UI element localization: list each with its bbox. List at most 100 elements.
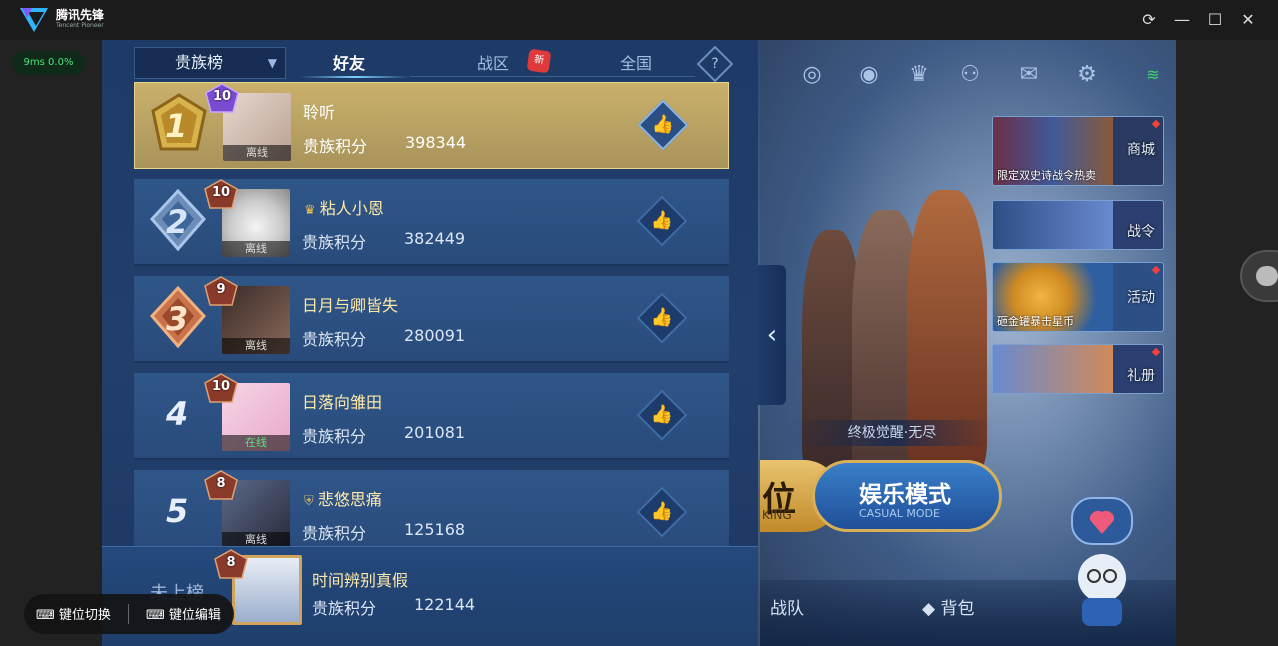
tab-region[interactable]: 战区 [477, 50, 509, 74]
level-number: 8 [216, 476, 226, 491]
settings-gear-icon[interactable]: ⚙ [1072, 60, 1102, 90]
score-label: 贵族积分 [302, 427, 367, 446]
score-value: 398344 [405, 133, 467, 152]
mode-subtitle: 终极觉醒·无尽 [792, 420, 992, 446]
gamepad-icon: ⌨ [36, 608, 59, 623]
wifi-icon: ≋ [1146, 65, 1160, 84]
tile-label: 商城 [1127, 142, 1155, 158]
friends-icon[interactable]: ⚇ [955, 60, 985, 90]
tile-shop[interactable]: 限定双史诗战令热卖 商城 [992, 116, 1164, 186]
leaderboard-row[interactable]: 1 离线 10 聆听 贵族积分 398344 👍 [134, 82, 729, 169]
key-switch-button[interactable]: ⌨ 键位切换 [36, 604, 111, 623]
chevron-down-icon: ▼ [267, 56, 277, 70]
tab-friends[interactable]: 好友 [333, 50, 365, 74]
my-score: 122144 [414, 595, 476, 614]
question-icon: ? [711, 56, 719, 72]
player-name: 悲悠思痛 [317, 490, 382, 509]
score-value: 125168 [404, 520, 466, 539]
tile-pass[interactable]: 战令 [992, 200, 1164, 250]
level-number: 10 [212, 89, 232, 104]
casual-mode-button[interactable]: 娱乐模式 CASUAL MODE [812, 460, 1002, 532]
noble-level-badge: 9 [204, 276, 238, 306]
level-number: 10 [211, 185, 231, 200]
rank-number: 1 [165, 107, 188, 145]
divider [128, 604, 129, 624]
player-name: 聆听 [303, 103, 336, 122]
key-mapping-bar: ⌨ 键位切换 ⌨ 键位编辑 [24, 594, 234, 634]
leaderboard-type-value: 贵族榜 [175, 53, 224, 72]
tile-label: 活动 [1127, 290, 1155, 306]
refresh-button[interactable]: ⟳ [1137, 8, 1161, 32]
leaderboard-row[interactable]: 5 离线 8 ⛨ 悲悠思痛 贵族积分 125168 👍 [134, 470, 729, 557]
casual-mode-sublabel: CASUAL MODE [859, 507, 940, 520]
backpack-icon: ◆ [922, 599, 941, 619]
notification-dot [1151, 265, 1161, 275]
tile-caption: 砸金罐暴击星币 [997, 315, 1074, 328]
minimize-icon: — [1174, 10, 1190, 29]
key-edit-button[interactable]: ⌨ 键位编辑 [146, 604, 221, 623]
record-icon[interactable]: ◎ [797, 60, 827, 90]
ranked-sublabel: KING [762, 508, 792, 522]
watch-icon[interactable]: ◉ [854, 60, 884, 90]
status-badge: 离线 [223, 145, 291, 161]
leaderboard-type-select[interactable]: 贵族榜 ▼ [134, 47, 286, 79]
app-title: 腾讯先锋 [56, 8, 105, 22]
tile-activity[interactable]: 砸金罐暴击星币 活动 [992, 262, 1164, 332]
rank-number: 4 [166, 395, 189, 433]
rank-number: 2 [166, 203, 189, 241]
close-button[interactable]: ✕ [1236, 8, 1260, 32]
player-name-wrap: ♛ 粘人小恩 [304, 195, 384, 219]
leaderboard-row[interactable]: 2 离线 10 ♛ 粘人小恩 贵族积分 382449 👍 [134, 179, 729, 266]
my-name: 时间辨别真假 [312, 571, 409, 590]
score-value: 201081 [404, 423, 466, 442]
like-button[interactable]: 👍 [636, 195, 688, 247]
score-value: 280091 [404, 326, 466, 345]
thumbs-up-icon: 👍 [651, 114, 675, 135]
like-button[interactable]: 👍 [636, 292, 688, 344]
like-button[interactable]: 👍 [637, 99, 689, 151]
noble-level-badge: 10 [205, 83, 239, 113]
noble-level-badge: 8 [204, 470, 238, 500]
like-button[interactable]: 👍 [636, 389, 688, 441]
tab-divider-line [410, 76, 695, 77]
tile-art [993, 201, 1113, 249]
active-tab-indicator [300, 76, 410, 78]
level-number: 8 [226, 555, 236, 570]
gamepad-icon: ⌨ [146, 608, 169, 623]
right-margin [1176, 40, 1278, 646]
maximize-button[interactable]: ☐ [1203, 8, 1227, 32]
status-badge: 在线 [222, 435, 290, 451]
maximize-icon: ☐ [1207, 10, 1223, 29]
tab-national[interactable]: 全国 [620, 50, 652, 74]
player-name-wrap: ⛨ 悲悠思痛 [304, 486, 382, 510]
thumbs-up-icon: 👍 [650, 307, 674, 328]
minimize-button[interactable]: — [1170, 8, 1194, 32]
team-icon: ⛨ [304, 494, 318, 509]
app-logo-icon [20, 8, 48, 32]
level-number: 10 [211, 379, 231, 394]
thumbs-up-icon: 👍 [650, 501, 674, 522]
casual-mode-label: 娱乐模式 [859, 482, 951, 508]
rank-number: 5 [166, 492, 189, 530]
leaderboard-row[interactable]: 3 离线 9 日月与卿皆失 贵族积分 280091 👍 [134, 276, 729, 363]
my-score-label: 贵族积分 [312, 599, 377, 618]
chevron-left-icon: ‹ [766, 320, 778, 350]
rank-number: 3 [166, 300, 189, 338]
nav-team[interactable]: 战队 [770, 594, 804, 619]
nav-backpack[interactable]: ◆ 背包 [922, 594, 974, 619]
like-button[interactable]: 👍 [636, 486, 688, 538]
key-edit-label: 键位编辑 [168, 608, 221, 623]
left-margin [0, 40, 102, 646]
mascot-assistant-icon[interactable] [1062, 490, 1142, 630]
leaderboard-row[interactable]: 4 在线 10 日落向雏田 贵族积分 201081 👍 [134, 373, 729, 460]
collapse-panel-button[interactable]: ‹ [758, 265, 786, 405]
app-subtitle: Tencent Pioneer [56, 22, 104, 29]
player-name: 日落向雏田 [302, 393, 383, 412]
mail-icon[interactable]: ✉ [1014, 60, 1044, 90]
nav-backpack-label: 背包 [940, 599, 975, 619]
trophy-icon[interactable]: ♛ [904, 60, 934, 90]
thumbs-up-icon: 👍 [650, 404, 674, 425]
player-name: 日月与卿皆失 [302, 296, 399, 315]
tile-book[interactable]: 礼册 [992, 344, 1164, 394]
key-switch-label: 键位切换 [58, 608, 111, 623]
